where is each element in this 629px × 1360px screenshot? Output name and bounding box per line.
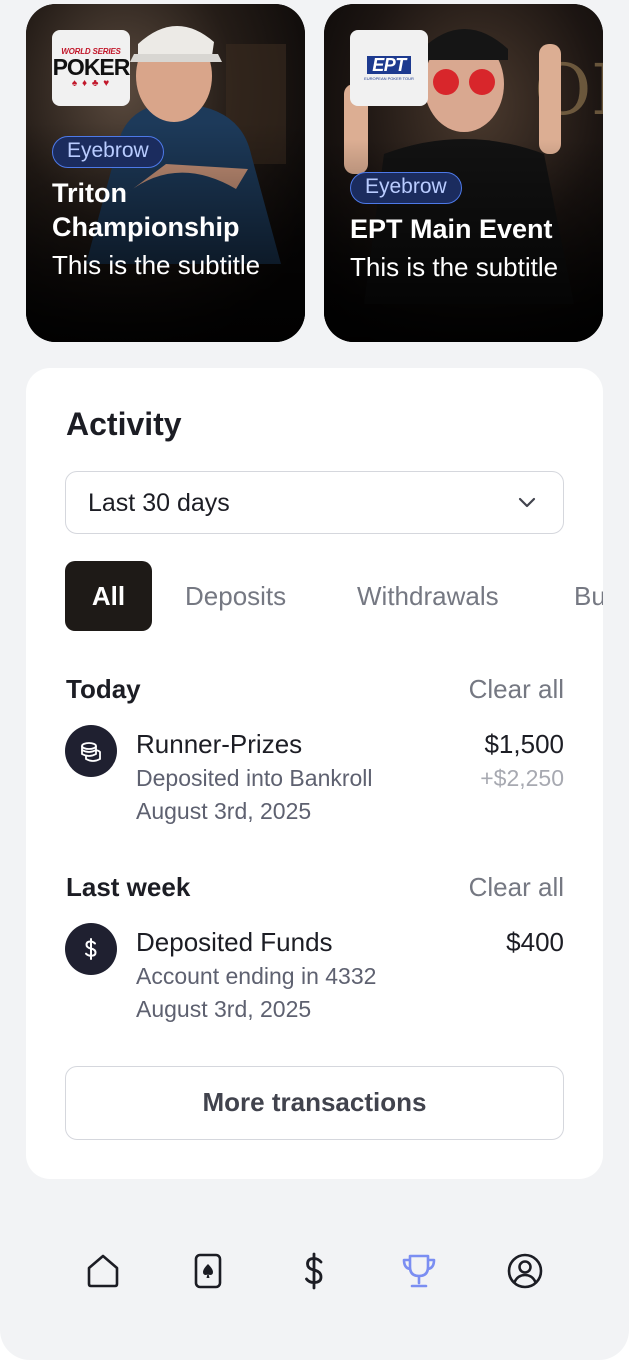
transaction-row[interactable]: Runner-Prizes Deposited into Bankroll Au… [65,725,564,830]
chevron-down-icon [518,497,536,508]
home-icon [87,1254,119,1288]
tab-withdrawals[interactable]: Withdrawals [357,561,499,631]
card-subtitle: This is the subtitle [52,250,261,280]
card-text: Eyebrow Triton Championship This is the … [52,136,287,282]
transaction-description: Deposited into Bankroll [136,765,373,791]
eyebrow-badge: Eyebrow [350,172,462,204]
section-today-header: Today Clear all [66,674,564,708]
dollar-icon [305,1252,323,1290]
card-text: Eyebrow EPT Main Event This is the subti… [350,172,585,284]
transaction-sub-amount: +$2,250 [480,765,564,791]
ept-logo: EPT EUROPEAN POKER TOUR [350,30,428,106]
date-range-value: Last 30 days [88,489,230,517]
eyebrow-badge: Eyebrow [52,136,164,168]
logo-text-sub: EUROPEAN POKER TOUR [364,75,414,81]
logo-text-main: EPT [367,55,411,74]
activity-tabs: All Deposits Withdrawals Bu [65,561,603,631]
section-title: Today [66,674,141,704]
coins-icon [65,725,117,777]
event-card-triton[interactable]: WORLD SERIES POKER ♠ ♦ ♣ ♥ Eyebrow Trito… [26,4,305,342]
section-title: Last week [66,872,191,902]
event-card-ept[interactable]: ON EPT EUROPEAN POKER TOUR Eyebrow EPT M… [324,4,603,342]
card-subtitle: This is the subtitle [350,252,559,282]
tab-deposits[interactable]: Deposits [185,561,286,631]
transaction-row[interactable]: Deposited Funds Account ending in 4332 A… [65,923,564,1028]
card-title: Triton Championship [52,178,240,242]
nav-profile[interactable] [495,1236,555,1306]
logo-suits: ♠ ♦ ♣ ♥ [71,78,111,89]
logo-text-main: POKER [52,54,131,80]
dollar-icon [65,923,117,975]
nav-tournaments[interactable] [389,1236,449,1306]
clear-all-button[interactable]: Clear all [469,872,564,903]
nav-games[interactable] [178,1236,238,1306]
transaction-description: Account ending in 4332 [136,963,377,989]
tab-buyins[interactable]: Bu [574,561,603,631]
transaction-amount: $1,500 [484,729,564,759]
card-icon [194,1253,222,1289]
clear-all-button[interactable]: Clear all [469,674,564,705]
transaction-title: Deposited Funds [136,927,333,957]
wsop-logo: WORLD SERIES POKER ♠ ♦ ♣ ♥ [52,30,130,106]
section-last-week-header: Last week Clear all [66,872,564,906]
card-title: EPT Main Event [350,214,553,244]
date-range-select[interactable]: Last 30 days [65,471,564,534]
profile-icon [507,1253,543,1289]
tab-all[interactable]: All [65,561,152,631]
transaction-date: August 3rd, 2025 [136,798,312,824]
nav-home[interactable] [73,1236,133,1306]
transaction-amount: $400 [506,927,564,957]
transaction-date: August 3rd, 2025 [136,996,312,1022]
nav-wallet[interactable] [284,1236,344,1306]
bottom-nav [0,1236,629,1306]
trophy-icon [402,1254,436,1288]
transaction-title: Runner-Prizes [136,729,303,759]
activity-title: Activity [66,406,182,442]
activity-panel: Activity Last 30 days All Deposits Withd… [26,368,603,1179]
screen: WORLD SERIES POKER ♠ ♦ ♣ ♥ Eyebrow Trito… [0,0,629,1360]
more-transactions-button[interactable]: More transactions [65,1066,564,1140]
